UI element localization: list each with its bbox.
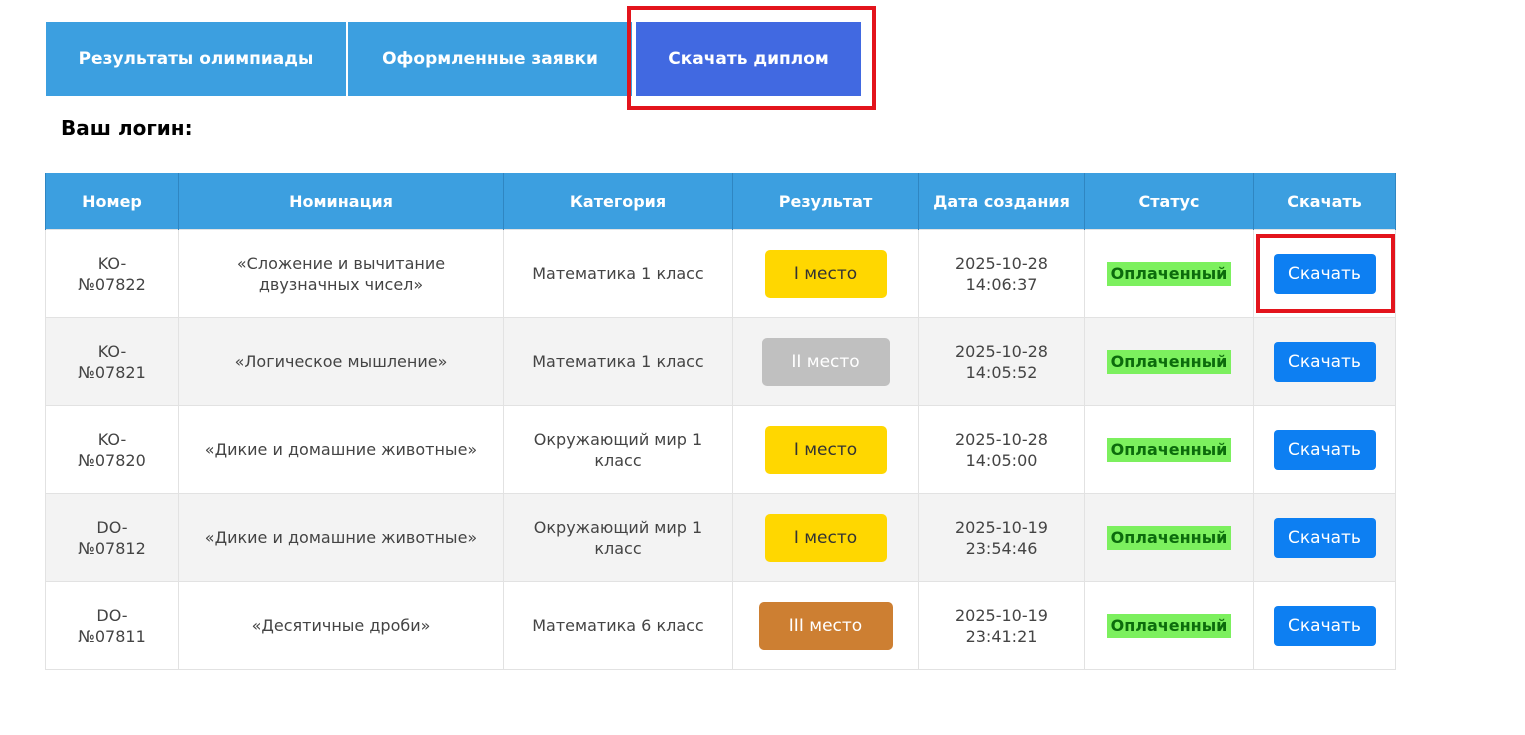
cell-number: DO- №07811 [45,581,179,670]
tab-olympiad-results[interactable]: Результаты олимпиады [46,22,346,96]
cell-nomination: «Логическое мышление» [178,317,504,406]
download-button[interactable]: Скачать [1273,605,1376,646]
date-value: 2025-10-28 [955,429,1048,449]
download-button[interactable]: Скачать [1273,341,1376,382]
download-button[interactable]: Скачать [1273,517,1376,558]
diplomas-table: Номер Номинация Категория Результат Дата… [45,173,1396,670]
time-value: 14:06:37 [965,274,1038,294]
table-row: KO- №07820 «Дикие и домашние животные» Ок… [45,405,1396,494]
number-prefix: DO- [96,605,128,625]
tab-bar: Результаты олимпиады Оформленные заявки … [46,22,861,96]
cell-number: DO- №07812 [45,493,179,582]
download-button[interactable]: Скачать [1273,429,1376,470]
cell-download: Скачать [1253,229,1396,318]
header-created-date: Дата создания [918,173,1085,230]
status-badge: Оплаченный [1106,349,1232,374]
status-badge: Оплаченный [1106,525,1232,550]
table-header-row: Номер Номинация Категория Результат Дата… [45,173,1396,230]
cell-category: Окружающий мир 1 класс [503,405,733,494]
number-prefix: KO- [97,253,127,273]
place-badge-gold: I место [764,425,887,474]
number-prefix: KO- [97,429,127,449]
date-value: 2025-10-28 [955,341,1048,361]
cell-status: Оплаченный [1084,581,1254,670]
download-button[interactable]: Скачать [1273,253,1376,294]
cell-download: Скачать [1253,405,1396,494]
number-value: №07821 [78,362,146,382]
date-value: 2025-10-28 [955,253,1048,273]
cell-number: KO- №07821 [45,317,179,406]
cell-result: II место [732,317,919,406]
time-value: 23:41:21 [965,626,1038,646]
header-status: Статус [1084,173,1254,230]
time-value: 23:54:46 [965,538,1038,558]
cell-result: III место [732,581,919,670]
date-value: 2025-10-19 [955,517,1048,537]
tab-download-diploma[interactable]: Скачать диплом [636,22,861,96]
number-value: №07811 [78,626,146,646]
place-badge-bronze: III место [758,601,893,650]
cell-result: I место [732,229,919,318]
status-badge: Оплаченный [1106,437,1232,462]
cell-download: Скачать [1253,493,1396,582]
cell-category: Математика 1 класс [503,229,733,318]
date-value: 2025-10-19 [955,605,1048,625]
cell-created-date: 2025-10-19 23:54:46 [918,493,1085,582]
cell-created-date: 2025-10-19 23:41:21 [918,581,1085,670]
number-prefix: DO- [96,517,128,537]
number-prefix: KO- [97,341,127,361]
status-badge: Оплаченный [1106,613,1232,638]
cell-download: Скачать [1253,317,1396,406]
header-nomination: Номинация [178,173,504,230]
cell-nomination: «Дикие и домашние животные» [178,405,504,494]
header-download: Скачать [1253,173,1396,230]
cell-category: Математика 6 класс [503,581,733,670]
table-row: DO- №07811 «Десятичные дроби» Математика … [45,581,1396,670]
header-result: Результат [732,173,919,230]
cell-category: Окружающий мир 1 класс [503,493,733,582]
page: Результаты олимпиады Оформленные заявки … [0,0,1525,735]
place-badge-gold: I место [764,513,887,562]
cell-created-date: 2025-10-28 14:06:37 [918,229,1085,318]
cell-result: I место [732,493,919,582]
cell-number: KO- №07822 [45,229,179,318]
cell-category: Математика 1 класс [503,317,733,406]
cell-nomination: «Дикие и домашние животные» [178,493,504,582]
cell-created-date: 2025-10-28 14:05:00 [918,405,1085,494]
cell-status: Оплаченный [1084,317,1254,406]
cell-download: Скачать [1253,581,1396,670]
cell-nomination: «Десятичные дроби» [178,581,504,670]
time-value: 14:05:52 [965,362,1038,382]
number-value: №07820 [78,450,146,470]
status-badge: Оплаченный [1106,261,1232,286]
table-row: KO- №07822 «Сложение и вычитание двузначн… [45,229,1396,318]
number-value: №07812 [78,538,146,558]
table-row: KO- №07821 «Логическое мышление» Математи… [45,317,1396,406]
header-category: Категория [503,173,733,230]
cell-number: KO- №07820 [45,405,179,494]
login-label: Ваш логин: [61,116,193,140]
time-value: 14:05:00 [965,450,1038,470]
place-badge-gold: I место [764,249,887,298]
cell-status: Оплаченный [1084,229,1254,318]
cell-status: Оплаченный [1084,493,1254,582]
cell-nomination: «Сложение и вычитание двузначных чисел» [178,229,504,318]
cell-result: I место [732,405,919,494]
header-number: Номер [45,173,179,230]
place-badge-silver: II место [761,337,890,386]
cell-created-date: 2025-10-28 14:05:52 [918,317,1085,406]
tab-submitted-orders[interactable]: Оформленные заявки [348,22,632,96]
cell-status: Оплаченный [1084,405,1254,494]
table-row: DO- №07812 «Дикие и домашние животные» Ок… [45,493,1396,582]
number-value: №07822 [78,274,146,294]
